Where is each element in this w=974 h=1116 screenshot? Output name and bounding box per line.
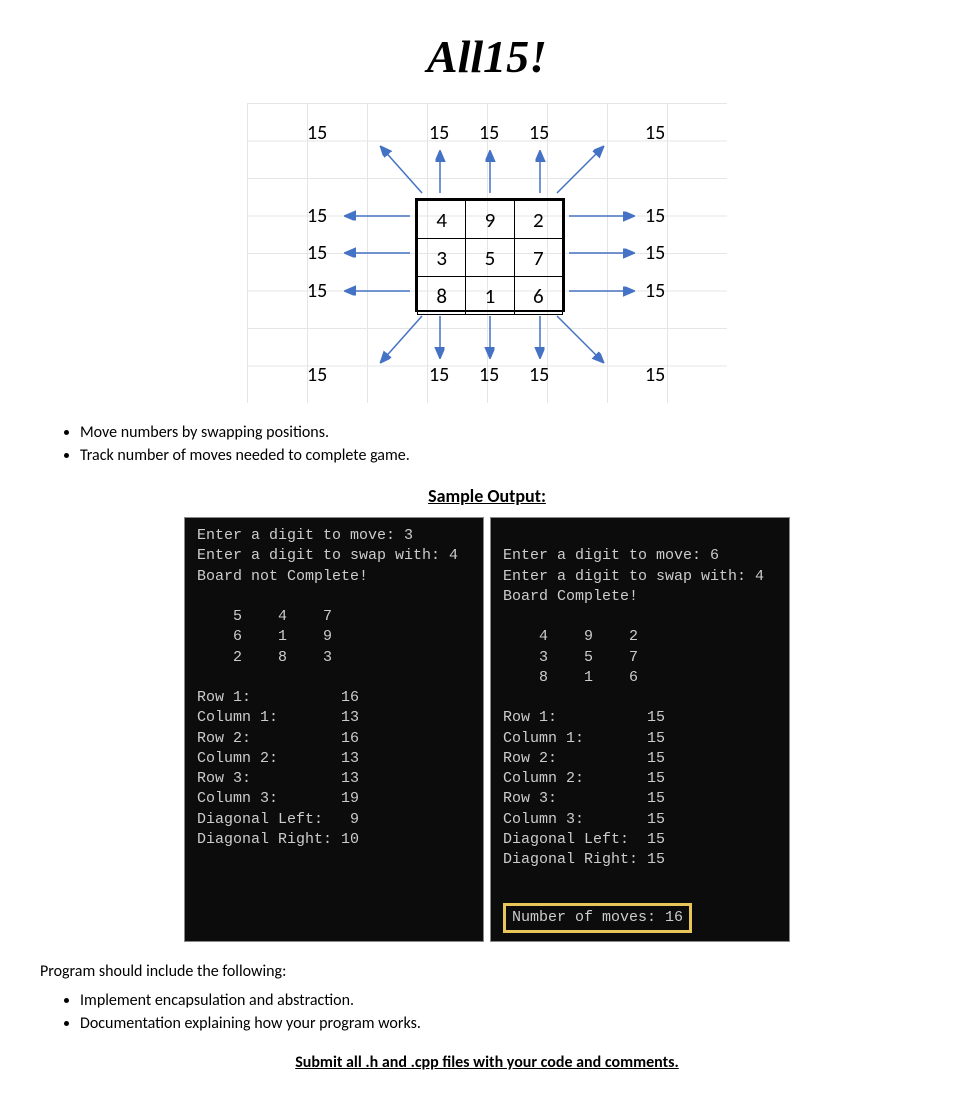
moves-highlight: Number of moves: 16 [503,903,692,933]
magic-square: 4 9 2 3 5 7 8 1 6 [415,198,565,312]
outer-sum-t1: 15 [429,121,449,145]
outer-sum-l2: 15 [307,241,327,265]
top-bullets: Move numbers by swapping positions. Trac… [80,423,934,465]
outer-sum-r2: 15 [645,241,665,265]
cell-0-0: 4 [418,201,466,239]
terminal-left: Enter a digit to move: 3 Enter a digit t… [184,517,484,942]
cell-2-0: 8 [418,277,466,315]
page-title: All15! [40,30,934,83]
outer-sum-b1: 15 [429,363,449,387]
outer-sum-r3: 15 [645,279,665,303]
outer-sum-br: 15 [645,363,665,387]
outer-sum-b2: 15 [479,363,499,387]
include-paragraph: Program should include the following: [40,962,934,981]
outer-sum-l3: 15 [307,279,327,303]
cell-0-1: 9 [466,201,514,239]
cell-1-1: 5 [466,239,514,277]
bullet-item: Implement encapsulation and abstraction. [80,991,934,1010]
cell-1-2: 7 [514,239,562,277]
outer-sum-bl: 15 [307,363,327,387]
outer-sum-t3: 15 [529,121,549,145]
cell-1-0: 3 [418,239,466,277]
outer-sum-t2: 15 [479,121,499,145]
outer-sum-r1: 15 [645,204,665,228]
terminal-right: Enter a digit to move: 6 Enter a digit t… [490,517,790,942]
sample-output-heading: Sample Output: [40,485,934,507]
bottom-bullets: Implement encapsulation and abstraction.… [80,991,934,1033]
cell-2-2: 6 [514,277,562,315]
outer-sum-l1: 15 [307,204,327,228]
bullet-item: Track number of moves needed to complete… [80,446,934,465]
terminal-right-body: Enter a digit to move: 6 Enter a digit t… [503,547,764,868]
outer-sum-b3: 15 [529,363,549,387]
cell-0-2: 2 [514,201,562,239]
submit-instruction: Submit all .h and .cpp files with your c… [40,1053,934,1072]
terminal-row: Enter a digit to move: 3 Enter a digit t… [40,517,934,942]
bullet-item: Move numbers by swapping positions. [80,423,934,442]
diagram-container: 15 15 15 15 15 15 15 15 15 15 15 15 15 1… [40,103,934,403]
cell-2-1: 1 [466,277,514,315]
outer-sum-tl: 15 [307,121,327,145]
bullet-item: Documentation explaining how your progra… [80,1014,934,1033]
outer-sum-tr: 15 [645,121,665,145]
